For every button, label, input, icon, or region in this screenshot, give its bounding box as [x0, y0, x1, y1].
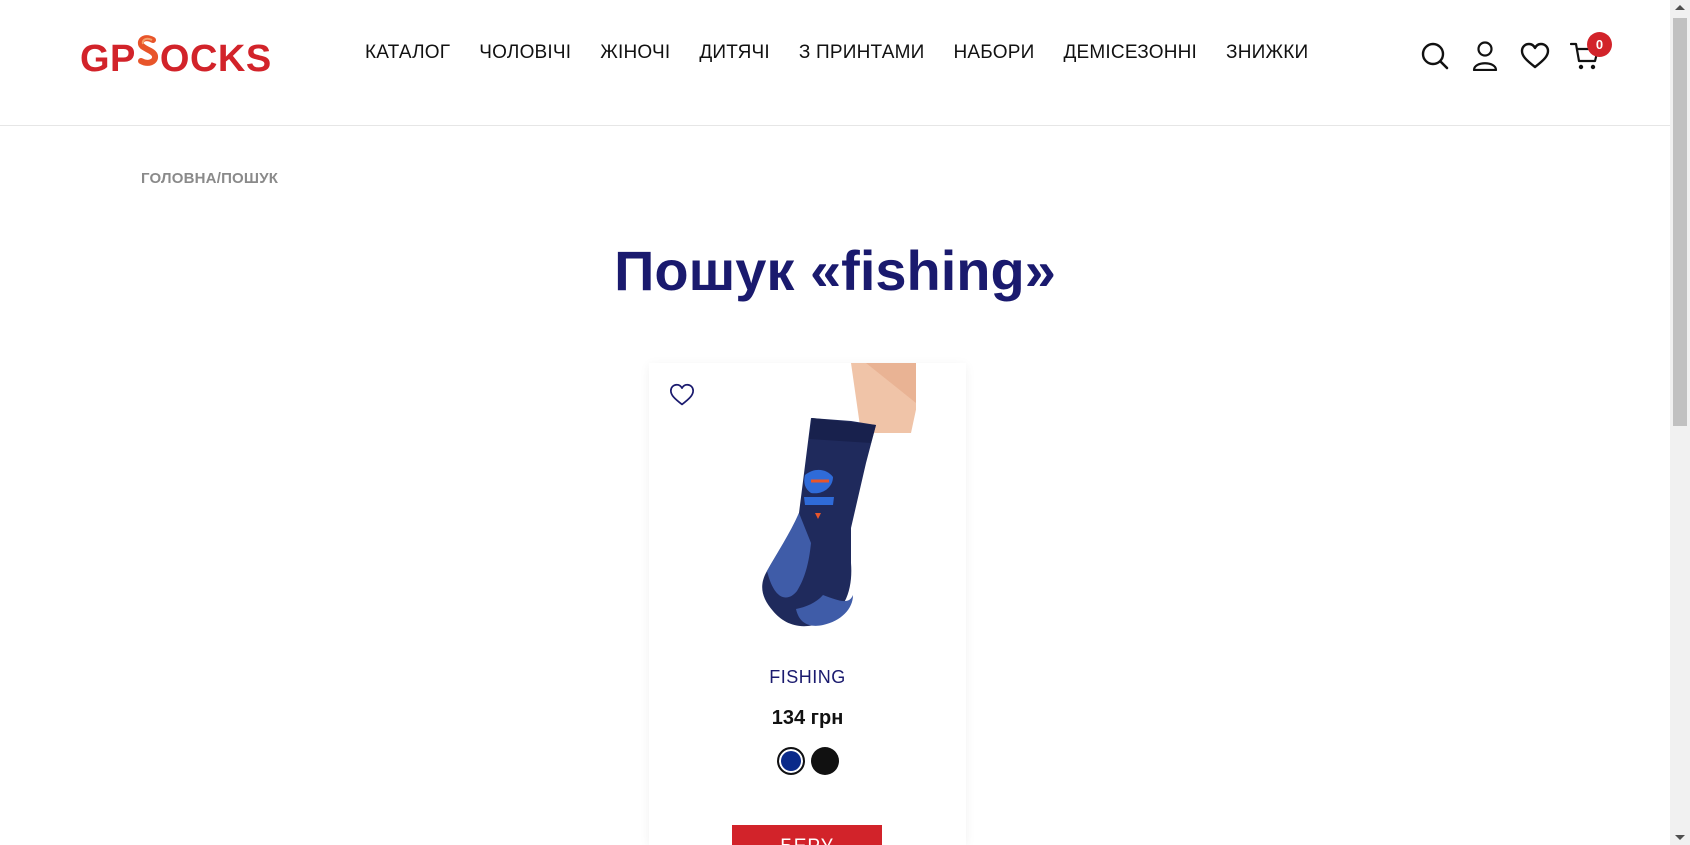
- logo[interactable]: GP S OCKS: [80, 34, 272, 81]
- heart-icon[interactable]: [1520, 40, 1550, 72]
- breadcrumb: ГОЛОВНА/ПОШУК: [141, 170, 278, 187]
- nav-item-sets[interactable]: НАБОРИ: [953, 42, 1034, 64]
- heart-outline-icon[interactable]: [669, 383, 695, 412]
- logo-prefix: GP: [80, 38, 136, 80]
- site-header: GP S OCKS КАТАЛОГ ЧОЛОВІЧІ ЖІНОЧІ ДИТЯЧІ…: [0, 0, 1670, 126]
- search-icon[interactable]: [1420, 40, 1450, 72]
- nav-item-women[interactable]: ЖІНОЧІ: [600, 42, 670, 64]
- scroll-up-icon[interactable]: [1675, 5, 1685, 10]
- page-title: Пошук «fishing»: [614, 239, 1056, 302]
- nav-item-kids[interactable]: ДИТЯЧІ: [699, 42, 770, 64]
- nav-item-sale[interactable]: ЗНИЖКИ: [1226, 42, 1308, 64]
- cart-count-badge: 0: [1587, 32, 1612, 57]
- logo-suffix: OCKS: [159, 38, 272, 80]
- product-price: 134 грн: [771, 707, 844, 729]
- buy-button[interactable]: БЕРУ: [732, 825, 882, 845]
- nav-item-prints[interactable]: З ПРИНТАМИ: [799, 42, 925, 64]
- breadcrumb-current: ПОШУК: [221, 170, 279, 187]
- header-icons: 0: [1420, 32, 1612, 72]
- product-card[interactable]: FISHING 134 грн БЕРУ: [649, 363, 966, 845]
- nav-item-demiseason[interactable]: ДЕМІСЕЗОННІ: [1063, 42, 1197, 64]
- user-icon[interactable]: [1470, 40, 1500, 72]
- nav-item-catalog[interactable]: КАТАЛОГ: [365, 42, 450, 64]
- page-scrollbar[interactable]: [1670, 0, 1690, 845]
- color-swatch-navy[interactable]: [776, 747, 805, 775]
- breadcrumb-home[interactable]: ГОЛОВНА: [141, 170, 217, 187]
- color-swatch-black[interactable]: [810, 747, 839, 775]
- scroll-thumb[interactable]: [1673, 18, 1687, 426]
- product-image[interactable]: [701, 363, 916, 633]
- product-name[interactable]: FISHING: [649, 667, 966, 688]
- scroll-down-icon[interactable]: [1675, 835, 1685, 840]
- cart-icon[interactable]: 0: [1570, 32, 1612, 72]
- main-nav: КАТАЛОГ ЧОЛОВІЧІ ЖІНОЧІ ДИТЯЧІ З ПРИНТАМ…: [365, 42, 1337, 64]
- color-swatches: [649, 747, 966, 775]
- nav-item-men[interactable]: ЧОЛОВІЧІ: [479, 42, 571, 64]
